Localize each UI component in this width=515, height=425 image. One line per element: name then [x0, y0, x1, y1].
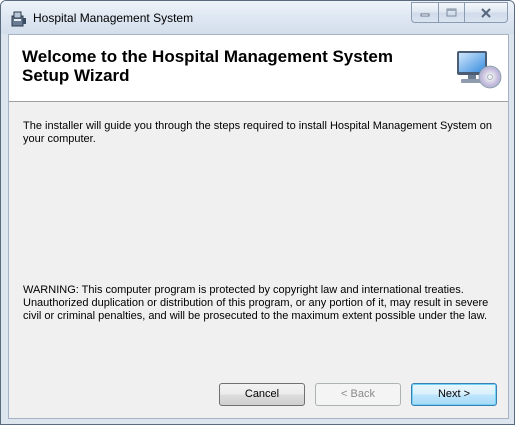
wizard-banner: Welcome to the Hospital Management Syste…: [9, 35, 508, 102]
maximize-icon: [446, 8, 457, 17]
maximize-button[interactable]: [438, 2, 464, 23]
banner-title: Welcome to the Hospital Management Syste…: [22, 47, 422, 85]
banner-title-line2: Setup Wizard: [22, 66, 130, 85]
minimize-button[interactable]: [411, 2, 438, 23]
close-icon: [481, 7, 491, 18]
wizard-client-area: Welcome to the Hospital Management Syste…: [8, 34, 509, 419]
next-button[interactable]: Next >: [411, 383, 497, 406]
installer-app-icon: [11, 11, 26, 27]
computer-cd-icon: [457, 51, 502, 89]
minimize-icon: [420, 13, 430, 16]
title-bar[interactable]: Hospital Management System: [1, 1, 514, 34]
window-title: Hospital Management System: [33, 11, 194, 25]
cancel-button[interactable]: Cancel: [219, 383, 305, 406]
intro-text: The installer will guide you through the…: [23, 120, 492, 145]
installer-window: Hospital Management System Welcome to th…: [0, 0, 515, 425]
copyright-warning-text: WARNING: This computer program is protec…: [23, 284, 489, 322]
banner-title-line1: Welcome to the Hospital Management Syste…: [22, 47, 393, 66]
close-button[interactable]: [464, 2, 508, 23]
caption-buttons: [411, 2, 508, 23]
back-button[interactable]: < Back: [315, 383, 401, 406]
